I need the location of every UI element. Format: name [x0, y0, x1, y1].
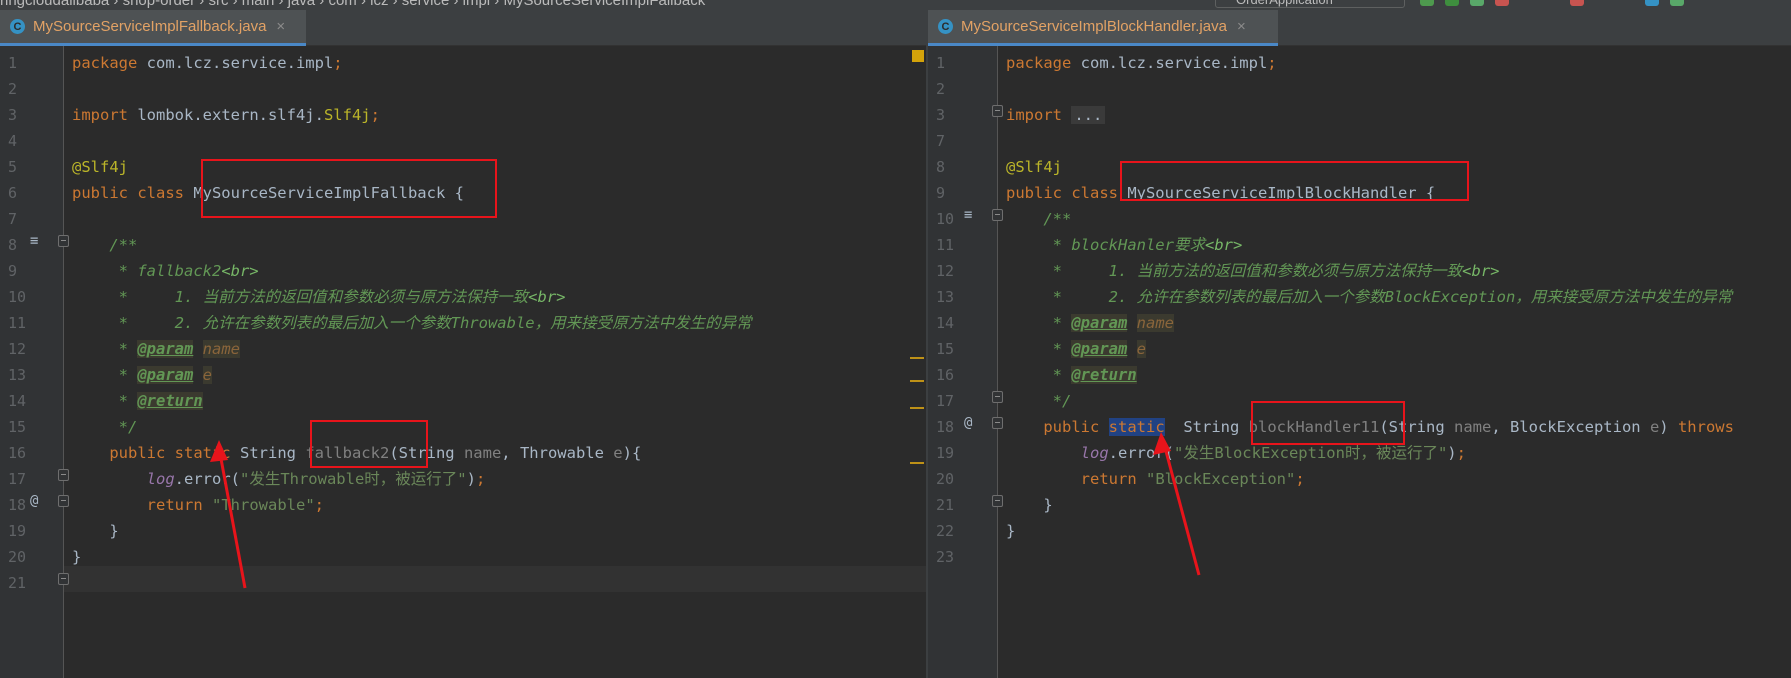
arrow-annotation: [210, 432, 1201, 589]
